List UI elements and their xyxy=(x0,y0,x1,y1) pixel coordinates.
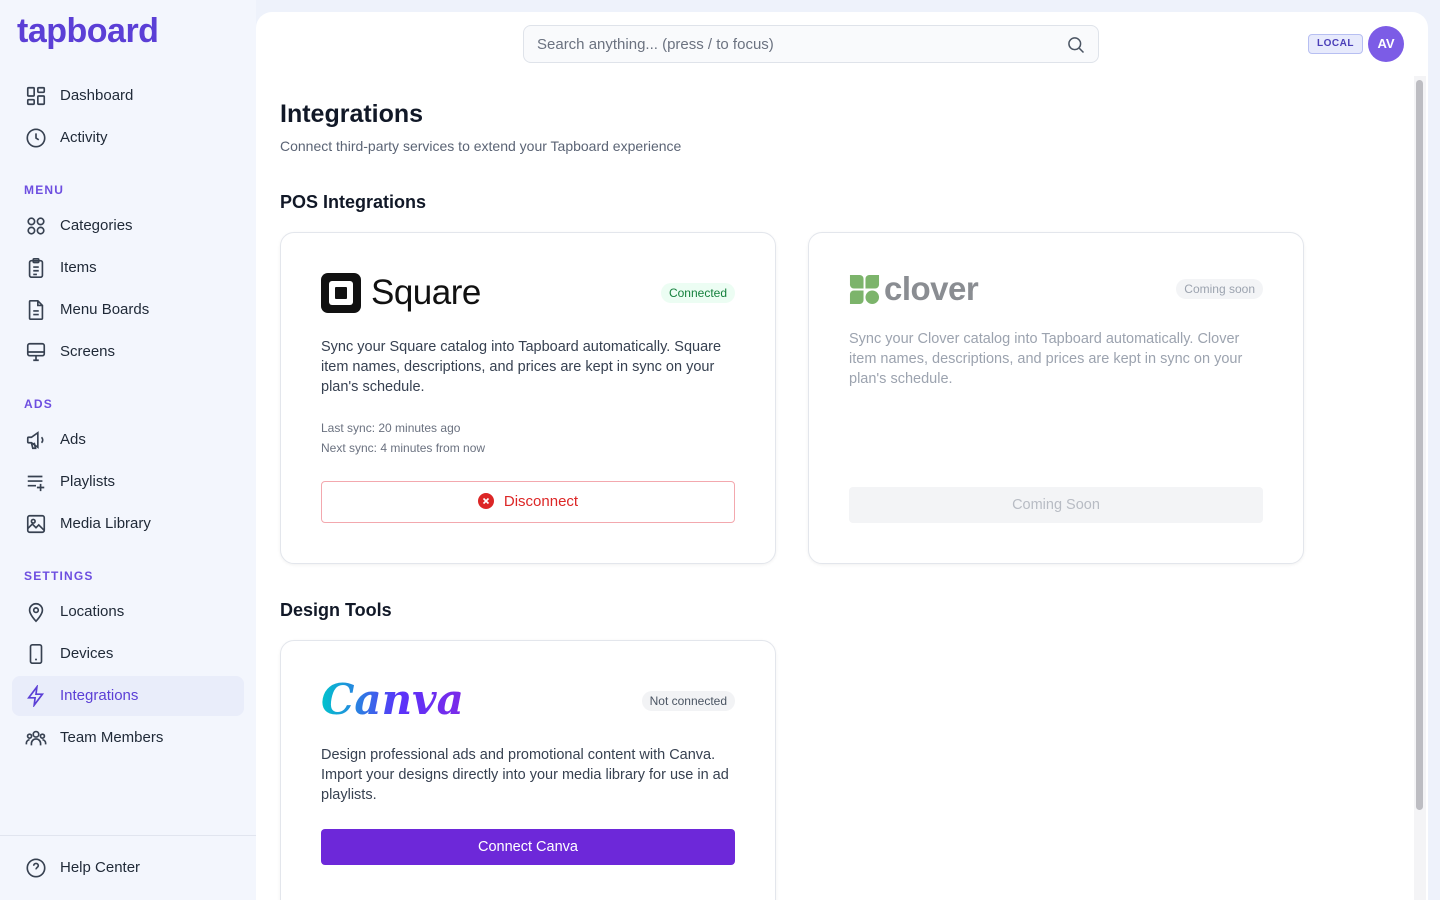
app-logo[interactable]: tapboard xyxy=(17,12,159,51)
section-title-design-tools: Design Tools xyxy=(280,600,392,620)
image-icon xyxy=(26,514,46,534)
sidebar-item-team-members[interactable]: Team Members xyxy=(12,718,244,758)
sidebar-item-dashboard[interactable]: Dashboard xyxy=(12,76,244,116)
sidebar-item-label: Media Library xyxy=(60,515,151,532)
canva-description: Design professional ads and promotional … xyxy=(321,747,729,803)
sidebar-item-integrations[interactable]: Integrations xyxy=(12,676,244,716)
sidebar-item-help-center[interactable]: Help Center xyxy=(12,848,244,888)
clover-description: Sync your Clover catalog into Tapboard a… xyxy=(849,331,1243,387)
avatar[interactable]: AV xyxy=(1368,26,1404,62)
sidebar-divider xyxy=(0,835,256,836)
device-icon xyxy=(29,644,43,664)
search-placeholder: Search anything... (press / to focus) xyxy=(537,36,774,53)
square-card: Square Connected Sync your Square catalo… xyxy=(280,232,776,564)
status-badge: Not connected xyxy=(641,691,735,711)
sidebar-item-label: Dashboard xyxy=(60,87,134,104)
help-icon xyxy=(26,858,46,878)
sidebar: tapboard Dashboard Activity MENU Categor… xyxy=(0,0,256,900)
sidebar-item-ads[interactable]: Ads xyxy=(12,420,244,460)
sidebar-item-label: Devices xyxy=(60,645,114,662)
sidebar-item-playlists[interactable]: Playlists xyxy=(12,462,244,502)
playlist-icon xyxy=(27,475,45,492)
sidebar-item-label: Menu Boards xyxy=(60,301,150,318)
search-input[interactable]: Search anything... (press / to focus) xyxy=(523,25,1099,63)
coming-soon-button: Coming Soon xyxy=(849,487,1263,523)
sidebar-item-label: Playlists xyxy=(60,473,116,490)
status-badge: Coming soon xyxy=(1176,279,1263,299)
sidebar-item-activity[interactable]: Activity xyxy=(12,118,244,158)
clover-logo: clover xyxy=(849,270,979,307)
square-description: Sync your Square catalog into Tapboard a… xyxy=(321,339,722,395)
sidebar-item-label: Categories xyxy=(60,217,133,234)
grid-icon xyxy=(26,86,46,106)
sidebar-item-label: Items xyxy=(60,259,97,276)
next-sync: Next sync: 4 minutes from now xyxy=(321,441,486,455)
page-title: Integrations xyxy=(280,100,424,128)
square-wordmark: Square xyxy=(371,273,481,312)
clock-icon xyxy=(26,128,46,148)
sidebar-item-categories[interactable]: Categories xyxy=(12,206,244,246)
section-label-ads: ADS xyxy=(24,397,53,411)
status-badge: Connected xyxy=(660,283,735,303)
environment-badge: LOCAL xyxy=(1308,34,1363,54)
close-circle-icon xyxy=(477,493,494,509)
section-label-menu: MENU xyxy=(24,183,65,197)
clover-wordmark: clover xyxy=(884,270,979,307)
disconnect-button[interactable]: Disconnect xyxy=(321,481,735,523)
sidebar-item-items[interactable]: Items xyxy=(12,248,244,288)
sidebar-item-label: Ads xyxy=(60,431,86,448)
section-label-settings: SETTINGS xyxy=(24,569,94,583)
sidebar-item-label: Locations xyxy=(60,603,125,620)
section-title-pos: POS Integrations xyxy=(280,192,427,212)
connect-canva-button[interactable]: Connect Canva xyxy=(321,829,735,865)
square-logo: Square xyxy=(321,273,481,313)
sidebar-item-label: Integrations xyxy=(60,687,139,704)
sidebar-item-label: Help Center xyxy=(60,859,141,876)
team-icon xyxy=(25,730,47,746)
sidebar-item-screens[interactable]: Screens xyxy=(12,332,244,372)
last-sync: Last sync: 20 minutes ago xyxy=(321,421,461,435)
categories-icon xyxy=(27,217,45,235)
sidebar-item-label: Activity xyxy=(60,129,108,146)
clover-icon xyxy=(849,274,880,304)
clover-card: clover Coming soon Sync your Clover cata… xyxy=(808,232,1304,564)
location-pin-icon xyxy=(28,602,44,623)
search-icon[interactable] xyxy=(1066,35,1086,55)
scrollbar-thumb[interactable] xyxy=(1416,80,1423,810)
clipboard-icon xyxy=(28,258,44,278)
sidebar-item-label: Screens xyxy=(60,343,116,360)
disconnect-label: Disconnect xyxy=(503,493,579,510)
sidebar-item-menu-boards[interactable]: Menu Boards xyxy=(12,290,244,330)
sidebar-item-locations[interactable]: Locations xyxy=(12,592,244,632)
square-icon xyxy=(321,273,361,313)
megaphone-icon xyxy=(26,431,44,450)
document-icon xyxy=(28,300,44,320)
monitor-icon xyxy=(26,342,46,362)
sidebar-item-devices[interactable]: Devices xyxy=(12,634,244,674)
sidebar-item-label: Team Members xyxy=(60,729,164,746)
lightning-icon xyxy=(27,685,45,707)
main-panel: Search anything... (press / to focus) LO… xyxy=(256,12,1428,900)
page-subtitle: Connect third-party services to extend y… xyxy=(280,138,682,154)
sidebar-item-media-library[interactable]: Media Library xyxy=(12,504,244,544)
canva-logo: Canva xyxy=(321,675,464,724)
canva-card: Canva Not connected Design professional … xyxy=(280,640,776,900)
